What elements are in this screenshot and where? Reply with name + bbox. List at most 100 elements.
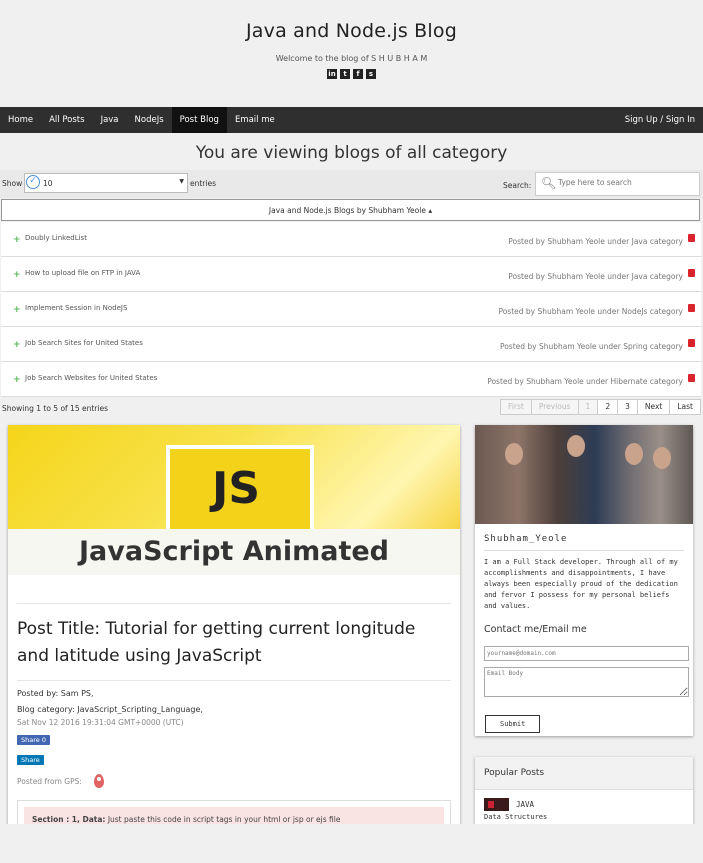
nav-post-blog[interactable]: Post Blog [171,107,227,133]
twitter-icon[interactable]: t [340,69,350,79]
nav-java[interactable]: Java [93,107,127,133]
table-footer: Showing 1 to 5 of 15 entries First Previ… [0,397,703,419]
trash-icon[interactable] [688,374,695,382]
table-row[interactable]: + How to upload file on FTP in JAVA Post… [1,257,701,292]
caret-down-icon: ▼ [179,178,184,185]
search-box[interactable]: 🔍︎ [535,172,700,196]
person-image [625,443,643,465]
show-label: Show [2,179,23,188]
email-field[interactable] [484,646,689,661]
page-last[interactable]: Last [669,399,701,415]
expand-icon[interactable]: + [13,375,21,385]
banner-text: JavaScript Animated [8,529,460,575]
row-meta: Posted by Shubham Yeole under Java categ… [508,237,683,246]
check-icon: ✓ [26,175,40,189]
blog-category: Blog category: JavaScript_Scripting_Lang… [17,705,203,714]
section-label: Section : 1, Data: [32,815,106,824]
linkedin-icon[interactable]: in [327,69,337,79]
facebook-share-button[interactable]: Share 0 [17,735,50,745]
popular-item-subtitle: Data Structures [484,813,548,821]
divider [17,680,451,681]
popular-heading: Popular Posts [475,757,693,790]
row-title[interactable]: Doubly LinkedList [25,234,87,242]
table-row[interactable]: + Job Search Websites for United States … [1,362,701,397]
main-nav: Home All Posts Java NodeJs Post Blog Ema… [0,107,703,133]
page-3[interactable]: 3 [617,399,638,415]
nav-sign-in[interactable]: Sign Up / Sign In [617,107,703,133]
row-meta: Posted by Shubham Yeole under Java categ… [508,272,683,281]
person-image [567,435,585,457]
expand-icon[interactable]: + [13,270,21,280]
trash-icon[interactable] [688,339,695,347]
row-meta: Posted by Shubham Yeole under Hibernate … [487,377,683,386]
site-header: Java and Node.js Blog Welcome to the blo… [0,0,703,107]
trash-icon[interactable] [688,234,695,242]
table-column-header[interactable]: Java and Node.js Blogs by Shubham Yeole … [1,199,700,221]
gps-row: Posted from GPS: [17,774,451,788]
blog-table: + Doubly LinkedList Posted by Shubham Ye… [1,222,701,397]
posted-by: Posted by: Sam PS, [17,689,94,698]
post-banner-image: JS JavaScript Animated [8,425,460,575]
post-date: Sat Nov 12 2016 19:31:04 GMT+0000 (UTC) [17,718,184,727]
page-previous[interactable]: Previous [530,399,579,415]
expand-icon[interactable]: + [13,340,21,350]
site-title: Java and Node.js Blog [245,20,457,42]
trash-icon[interactable] [688,304,695,312]
js-logo: JS [166,445,314,537]
person-image [505,443,523,465]
js-logo-text: JS [212,463,261,514]
contact-heading: Contact me/Email me [484,624,587,635]
row-title[interactable]: Job Search Sites for United States [25,339,143,347]
nav-email-me[interactable]: Email me [227,107,283,133]
profile-about: I am a Full Stack developer. Through all… [484,550,684,612]
trash-icon[interactable] [688,269,695,277]
table-info: Showing 1 to 5 of 15 entries [2,404,108,413]
popular-item-title[interactable]: JAVA [516,800,534,809]
page-1[interactable]: 1 [577,399,599,415]
expand-icon[interactable]: + [13,305,21,315]
gps-label: Posted from GPS: [17,776,82,786]
table-row[interactable]: + Implement Session in NodeJS Posted by … [1,292,701,327]
site-subtitle: Welcome to the blog of S H U B H A M [275,54,428,63]
row-title[interactable]: Implement Session in NodeJS [25,304,127,312]
post-card: JS JavaScript Animated Post Title: Tutor… [8,425,460,835]
section-text: Just paste this code in script tags in y… [107,815,341,824]
post-thumbnail [484,798,509,811]
expand-icon[interactable]: + [13,235,21,245]
table-row[interactable]: + Job Search Sites for United States Pos… [1,327,701,362]
search-input[interactable] [556,177,698,188]
row-meta: Posted by Shubham Yeole under NodeJs cat… [498,307,683,316]
page-next[interactable]: Next [636,399,671,415]
map-pin-icon[interactable] [93,774,104,788]
entries-select-value: 10 [43,179,53,188]
email-body-field[interactable] [484,667,689,697]
person-image [653,447,671,469]
facebook-icon[interactable]: f [353,69,363,79]
nav-home[interactable]: Home [0,107,41,133]
stackoverflow-icon[interactable]: s [366,69,376,79]
popular-item[interactable]: JAVA Data Structures [475,790,693,821]
profile-card: Shubham_Yeole I am a Full Stack develope… [475,425,693,736]
row-meta: Posted by Shubham Yeole under Spring cat… [499,342,683,351]
linkedin-share-button[interactable]: Share [17,755,44,765]
page-heading: You are viewing blogs of all category [195,143,508,163]
profile-name: Shubham_Yeole [484,534,568,544]
row-title[interactable]: How to upload file on FTP in JAVA [25,269,140,277]
profile-photo [475,425,693,524]
entries-label: entries [190,179,216,188]
search-icon: 🔍︎ [541,176,557,190]
row-title[interactable]: Job Search Websites for United States [25,374,157,382]
entries-select[interactable]: ✓ 10 ▼ [24,173,188,193]
nav-nodejs[interactable]: NodeJs [127,107,172,133]
social-links: in t f s [0,69,703,79]
pagination: First Previous 1 2 3 Next Last [500,399,701,415]
nav-all-posts[interactable]: All Posts [41,107,92,133]
page-first[interactable]: First [500,399,532,415]
page-2[interactable]: 2 [597,399,619,415]
table-controls: Show ✓ 10 ▼ entries Search: 🔍︎ [0,170,703,198]
table-row[interactable]: + Doubly LinkedList Posted by Shubham Ye… [1,222,701,257]
search-label: Search: [503,181,532,190]
submit-button[interactable]: Submit [485,715,541,733]
bottom-strip [0,824,703,863]
post-title: Post Title: Tutorial for getting current… [17,603,451,670]
